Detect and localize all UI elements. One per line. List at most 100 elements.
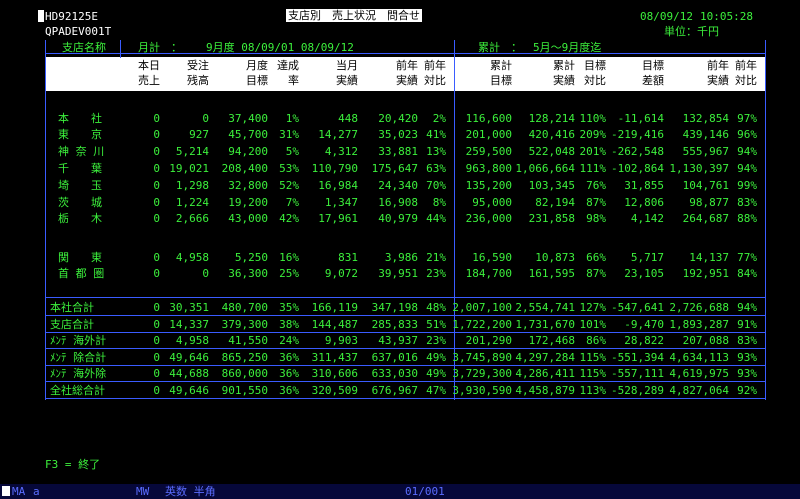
column-header-prev-ratio-1: 前年 [424,59,446,72]
table-row-name: 栃 木 [58,212,102,225]
table-row-cell: -102,864 [611,162,664,175]
table-row-cell: 94,200 [228,145,268,158]
table-row-cell: 264,687 [682,212,729,225]
table-row-cell: 70% [426,179,446,192]
table-row-cell: 110% [579,112,607,125]
table-row-cell: 25% [279,267,299,280]
column-header-cum-ratio-2: 対比 [584,74,606,87]
total-row-cell: 166,119 [311,301,358,314]
total-row-cell: 379,300 [221,317,268,331]
total-row-cell: 480,700 [221,301,268,314]
table-row-cell: 98,877 [689,196,729,209]
table-row-cell: 23,105 [624,267,664,280]
total-row-cell: 47% [426,383,446,397]
column-header-diff-1: 目標 [642,59,664,72]
table-row-name: 埼 玉 [58,179,102,192]
table-row-cell: 16% [279,251,299,264]
total-row-cell: 3,745,890 [452,350,512,364]
table-row-cell: 21% [426,251,446,264]
total-row-name: 本社合計 [50,301,94,314]
total-row-cell: 51% [426,317,446,331]
table-row-name: 神 奈 川 [58,145,105,158]
table-row-cell: 99% [737,179,757,192]
total-row-cell: 94% [737,301,757,314]
table-row-cell: 0 [153,251,160,264]
total-row-cell: 172,468 [528,334,575,347]
column-header-order-1: 受注 [187,59,209,72]
table-row-cell: 0 [202,112,209,125]
total-row-cell: 113% [579,383,607,397]
total-row-cell: 347,198 [371,301,418,314]
table-row-cell: 110,790 [311,162,358,175]
table-row-cell: 19,200 [228,196,268,209]
table-row-cell: 5% [285,145,299,158]
table-row-cell: 45,700 [228,128,268,141]
table-row-cell: 4,312 [324,145,358,158]
table-row-name: 本 社 [58,112,102,125]
total-row-name: 全社総合計 [50,383,105,397]
table-row-cell: 927 [189,128,209,141]
table-row-name: 茨 城 [58,196,102,209]
table-row-cell: 0 [153,128,160,141]
table-row-cell: 1,347 [324,196,358,209]
total-row-cell: -547,641 [611,301,664,314]
total-row-cell: -528,289 [611,383,664,397]
table-row-cell: 20,420 [378,112,418,125]
table-row-cell: 9,072 [324,267,358,280]
table-row-cell: 7% [285,196,299,209]
table-row-cell: 1,130,397 [669,162,729,175]
divider-total-row [45,315,765,316]
divider-total-row [45,348,765,349]
table-row-cell: 0 [153,112,160,125]
table-row-cell: 98% [586,212,606,225]
table-row-cell: 0 [153,145,160,158]
table-row-cell: 31% [279,128,299,141]
total-row-cell: 4,619,975 [669,367,729,380]
table-row-cell: 1,224 [175,196,209,209]
total-row-cell: 43,937 [378,334,418,347]
total-row-cell: 49% [426,350,446,364]
table-row-cell: 2,666 [175,212,209,225]
table-row-cell: 12,806 [624,196,664,209]
divider-total-row [45,364,765,366]
table-row-cell: 208,400 [221,162,268,175]
table-row-cell: 83% [737,196,757,209]
table-row-cell: 0 [153,212,160,225]
table-row-cell: 201% [579,145,607,158]
table-row-cell: 39,951 [378,267,418,280]
table-row-cell: 88% [737,212,757,225]
total-row-cell: 91% [737,317,757,331]
table-row-cell: 831 [338,251,358,264]
total-row-cell: 676,967 [371,383,418,397]
table-row-cell: 1% [285,112,299,125]
total-row-cell: 310,606 [311,367,358,380]
table-row-cell: 1,298 [175,179,209,192]
table-row-cell: 63% [426,162,446,175]
total-row-cell: 93% [737,367,757,380]
column-header-rate-2: 率 [288,74,299,87]
table-row-cell: 420,416 [528,128,575,141]
total-row-cell: 320,509 [311,383,358,397]
function-key-f3[interactable]: F3 = 終了 [45,458,100,471]
table-row-cell: 13% [426,145,446,158]
terminal-id: QPADEV001T [45,25,112,38]
unit-label: 単位：千円 [664,25,719,38]
total-row-cell: 0 [153,350,160,364]
cursor-indicator [2,486,10,496]
table-row-cell: 236,000 [465,212,512,225]
total-row-cell: 4,458,879 [515,383,575,397]
table-row-cell: 19,021 [169,162,209,175]
column-header-rate-1: 達成 [277,59,299,72]
divider-total-row [45,397,765,399]
column-header-prev-ratio-2: 対比 [424,74,446,87]
table-row-cell: 5,250 [234,251,268,264]
table-row-cell: 17,961 [318,212,358,225]
table-row-cell: 35,023 [378,128,418,141]
divider-totals [45,297,765,298]
table-row-cell: 87% [586,196,606,209]
divider-top [45,53,765,54]
table-row-cell: 135,200 [465,179,512,192]
table-row-cell: 66% [586,251,606,264]
table-row-cell: 5,214 [175,145,209,158]
table-row-cell: 94% [737,145,757,158]
